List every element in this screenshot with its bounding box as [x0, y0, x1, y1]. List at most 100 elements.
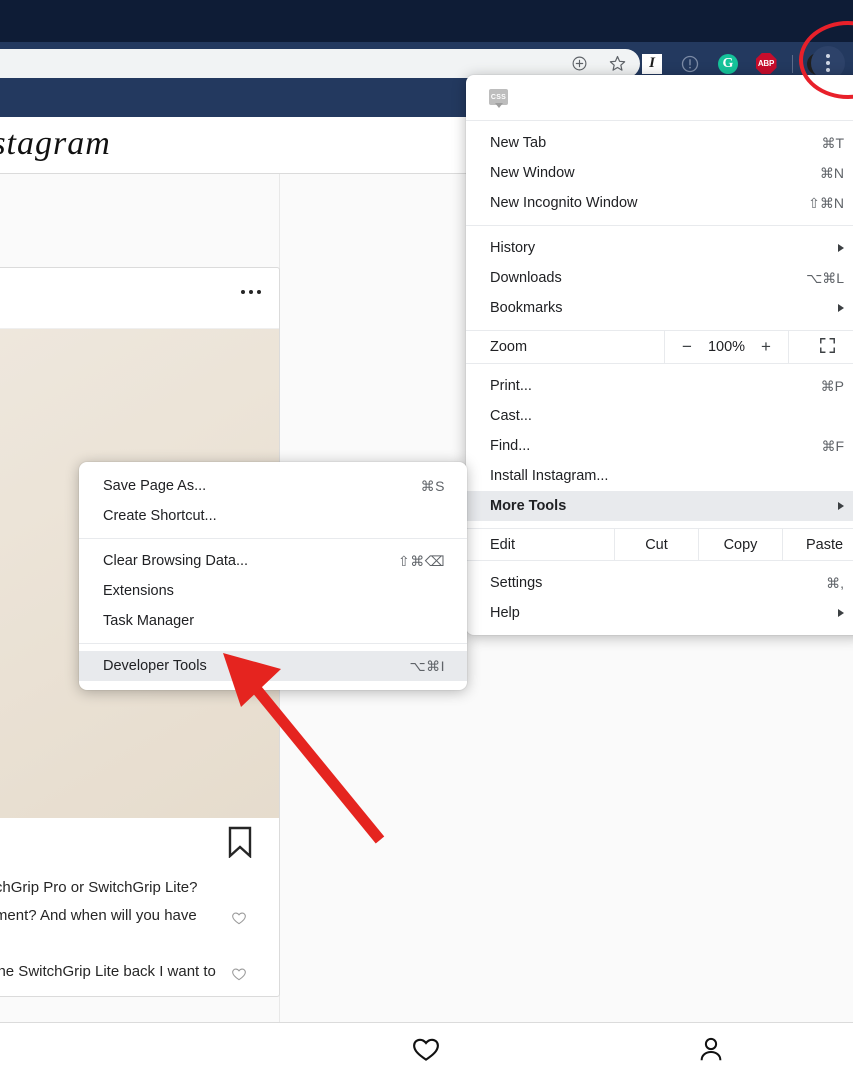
heart-outline-icon[interactable]: [231, 964, 247, 992]
menu-item-label: Cast...: [490, 408, 532, 424]
submenu-item-clear-browsing-data[interactable]: Clear Browsing Data... ⇧⌘⌫: [79, 546, 467, 576]
submenu-group-save: Save Page As... ⌘S Create Shortcut...: [79, 471, 467, 531]
menu-item-label: History: [490, 240, 536, 256]
menu-item-label: More Tools: [490, 498, 567, 514]
submenu-item-extensions[interactable]: Extensions: [79, 576, 467, 606]
menu-group-browse: History Downloads ⌥⌘L Bookmarks: [466, 233, 853, 323]
zoom-level-value: 100%: [707, 339, 746, 355]
menu-zoom-row: Zoom − 100% +: [466, 330, 853, 364]
menu-item-label: Install Instagram...: [490, 468, 609, 484]
fullscreen-button[interactable]: [788, 331, 853, 363]
chevron-right-icon: [838, 609, 844, 617]
menu-item-help[interactable]: Help: [466, 598, 853, 628]
kebab-dot-icon: [826, 54, 830, 58]
menu-item-label: Find...: [490, 438, 531, 454]
menu-item-accelerator: ⌘N: [819, 164, 844, 181]
adblock-plus-extension-icon[interactable]: ABP: [754, 52, 778, 76]
edit-copy-button[interactable]: Copy: [698, 529, 782, 560]
menu-item-label: Downloads: [490, 270, 562, 286]
heart-outline-icon[interactable]: [231, 908, 247, 936]
menu-item-history[interactable]: History: [466, 233, 853, 263]
profile-person-icon[interactable]: [696, 1034, 726, 1069]
menu-item-label: Print...: [490, 378, 532, 394]
toolbar-divider: [792, 54, 793, 73]
menu-item-downloads[interactable]: Downloads ⌥⌘L: [466, 263, 853, 293]
submenu-item-create-shortcut[interactable]: Create Shortcut...: [79, 501, 467, 531]
os-desktop-backdrop: [0, 0, 853, 42]
comment-text: Are these in stock at the moment? And wh…: [0, 907, 197, 924]
grammarly-extension-icon[interactable]: G: [716, 52, 740, 76]
activity-heart-icon[interactable]: [411, 1034, 441, 1069]
menu-group-settings: Settings ⌘, Help: [466, 568, 853, 635]
more-tools-submenu: Save Page As... ⌘S Create Shortcut... Cl…: [79, 462, 467, 690]
bookmark-icon[interactable]: [227, 826, 253, 863]
instagram-bottom-nav: [0, 1022, 853, 1080]
post-comment-row: Please please please bring the SwitchGri…: [0, 958, 261, 986]
zoom-controls: − 100% +: [664, 331, 788, 363]
screenshot-root: Instagram SwitchGrip: [0, 0, 853, 1080]
edit-paste-button[interactable]: Paste: [782, 529, 853, 560]
submenu-group-manage: Clear Browsing Data... ⇧⌘⌫ Extensions Ta…: [79, 546, 467, 636]
instagram-logo[interactable]: Instagram: [0, 125, 111, 163]
menu-item-accelerator: ⌘F: [821, 437, 844, 454]
edit-cut-button[interactable]: Cut: [614, 529, 698, 560]
submenu-item-save-page-as[interactable]: Save Page As... ⌘S: [79, 471, 467, 501]
submenu-item-label: Extensions: [103, 583, 174, 599]
menu-item-label: New Tab: [490, 135, 547, 151]
chrome-main-menu: CSS New Tab ⌘T New Window ⌘N New Incogni…: [466, 75, 853, 635]
menu-group-new: New Tab ⌘T New Window ⌘N New Incognito W…: [466, 121, 853, 218]
menu-item-label: Help: [490, 605, 520, 621]
post-caption-block: Which do you prefer — SwitchGrip Pro or …: [0, 874, 279, 996]
menu-item-find[interactable]: Find... ⌘F: [466, 431, 853, 461]
menu-item-accelerator: ⇧⌘N: [808, 194, 844, 211]
menu-extension-badge-row: CSS: [466, 75, 853, 121]
bookmark-star-icon[interactable]: [606, 53, 628, 75]
submenu-item-accelerator: ⌥⌘I: [409, 657, 445, 674]
submenu-group-devtools: Developer Tools ⌥⌘I: [79, 651, 467, 681]
menu-item-new-tab[interactable]: New Tab ⌘T: [466, 128, 853, 158]
chevron-right-icon: [838, 502, 844, 510]
chevron-right-icon: [838, 304, 844, 312]
menu-item-print[interactable]: Print... ⌘P: [466, 371, 853, 401]
menu-separator: [466, 225, 853, 226]
install-app-icon[interactable]: [568, 53, 590, 75]
kebab-dot-icon: [826, 61, 830, 65]
zoom-out-button[interactable]: −: [679, 337, 695, 357]
menu-item-settings[interactable]: Settings ⌘,: [466, 568, 853, 598]
italic-extension-icon[interactable]: I: [640, 52, 664, 76]
menu-item-more-tools[interactable]: More Tools: [466, 491, 853, 521]
submenu-item-accelerator: ⌘S: [420, 477, 445, 494]
post-more-options-icon[interactable]: [241, 290, 261, 294]
menu-item-accelerator: ⌘P: [820, 377, 844, 394]
edit-label: Edit: [490, 536, 515, 553]
menu-item-new-window[interactable]: New Window ⌘N: [466, 158, 853, 188]
menu-item-new-incognito-window[interactable]: New Incognito Window ⇧⌘N: [466, 188, 853, 218]
menu-item-cast[interactable]: Cast...: [466, 401, 853, 431]
menu-item-accelerator: ⌘,: [826, 574, 844, 591]
post-caption: Which do you prefer — SwitchGrip Pro or …: [0, 879, 198, 896]
menu-edit-row: Edit Cut Copy Paste: [466, 528, 853, 561]
menu-item-label: New Incognito Window: [490, 195, 638, 211]
bottom-nav-profile[interactable]: [569, 1034, 853, 1069]
extensions-strip: I G ABP: [640, 49, 829, 78]
submenu-item-label: Save Page As...: [103, 478, 207, 494]
css-extension-icon[interactable]: CSS: [489, 89, 508, 108]
address-bar[interactable]: [0, 49, 640, 78]
menu-item-install-instagram[interactable]: Install Instagram...: [466, 461, 853, 491]
menu-item-bookmarks[interactable]: Bookmarks: [466, 293, 853, 323]
info-extension-icon[interactable]: [678, 52, 702, 76]
submenu-separator: [79, 538, 467, 539]
submenu-item-task-manager[interactable]: Task Manager: [79, 606, 467, 636]
submenu-item-label: Developer Tools: [103, 658, 207, 674]
kebab-dot-icon: [826, 68, 830, 72]
submenu-item-label: Create Shortcut...: [103, 508, 217, 524]
menu-item-accelerator: ⌥⌘L: [806, 269, 844, 286]
menu-item-label: Settings: [490, 575, 543, 591]
submenu-separator: [79, 643, 467, 644]
menu-item-accelerator: ⌘T: [821, 134, 844, 151]
bottom-nav-activity[interactable]: [284, 1034, 568, 1069]
submenu-item-developer-tools[interactable]: Developer Tools ⌥⌘I: [79, 651, 467, 681]
menu-item-label: Bookmarks: [490, 300, 563, 316]
submenu-item-accelerator: ⇧⌘⌫: [397, 552, 445, 569]
zoom-in-button[interactable]: +: [758, 337, 774, 357]
